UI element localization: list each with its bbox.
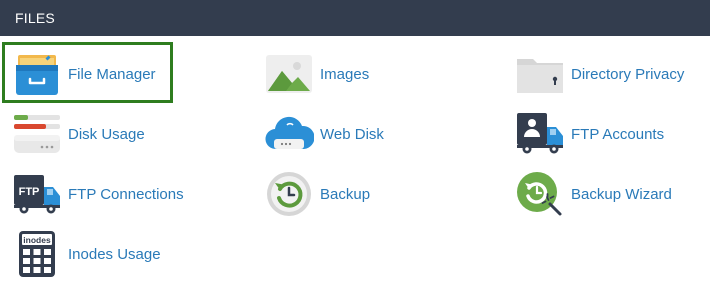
section-header: FILES (0, 0, 710, 36)
backup-wizard-icon (515, 169, 565, 219)
disk-usage-label: Disk Usage (68, 125, 145, 143)
ftp-connections-item[interactable]: FTP FTP Connections (12, 164, 184, 224)
file-manager-icon (12, 49, 62, 99)
web-disk-label: Web Disk (320, 125, 384, 143)
directory-privacy-icon (515, 49, 565, 99)
backup-item[interactable]: Backup (264, 164, 370, 224)
disk-usage-item[interactable]: Disk Usage (12, 104, 145, 164)
ftp-accounts-item[interactable]: FTP Accounts (515, 104, 664, 164)
backup-wizard-label: Backup Wizard (571, 185, 672, 203)
inodes-usage-label: Inodes Usage (68, 245, 161, 263)
backup-wizard-item[interactable]: Backup Wizard (515, 164, 672, 224)
section-title: FILES (15, 10, 55, 26)
inodes-icon-text: inodes (23, 235, 51, 245)
file-manager-label: File Manager (68, 65, 156, 83)
images-icon (264, 49, 314, 99)
inodes-usage-item[interactable]: inodes Inodes Usage (12, 224, 161, 284)
web-disk-icon (264, 109, 314, 159)
ftp-connections-label: FTP Connections (68, 185, 184, 203)
ftp-accounts-icon (515, 109, 565, 159)
ftp-connections-icon: FTP (12, 169, 62, 219)
images-item[interactable]: Images (264, 44, 369, 104)
inodes-usage-icon: inodes (12, 229, 62, 279)
disk-usage-icon (12, 109, 62, 159)
backup-icon (264, 169, 314, 219)
files-grid: File Manager Images Directory Privacy Di… (0, 36, 710, 293)
directory-privacy-label: Directory Privacy (571, 65, 685, 83)
ftp-icon-text: FTP (19, 186, 40, 198)
directory-privacy-item[interactable]: Directory Privacy (515, 44, 684, 104)
file-manager-item[interactable]: File Manager (12, 44, 156, 104)
ftp-accounts-label: FTP Accounts (571, 125, 665, 143)
files-panel: FILES File Manager Images Directory Priv… (0, 0, 710, 293)
web-disk-item[interactable]: Web Disk (264, 104, 384, 164)
backup-label: Backup (320, 185, 371, 203)
images-label: Images (320, 65, 370, 83)
